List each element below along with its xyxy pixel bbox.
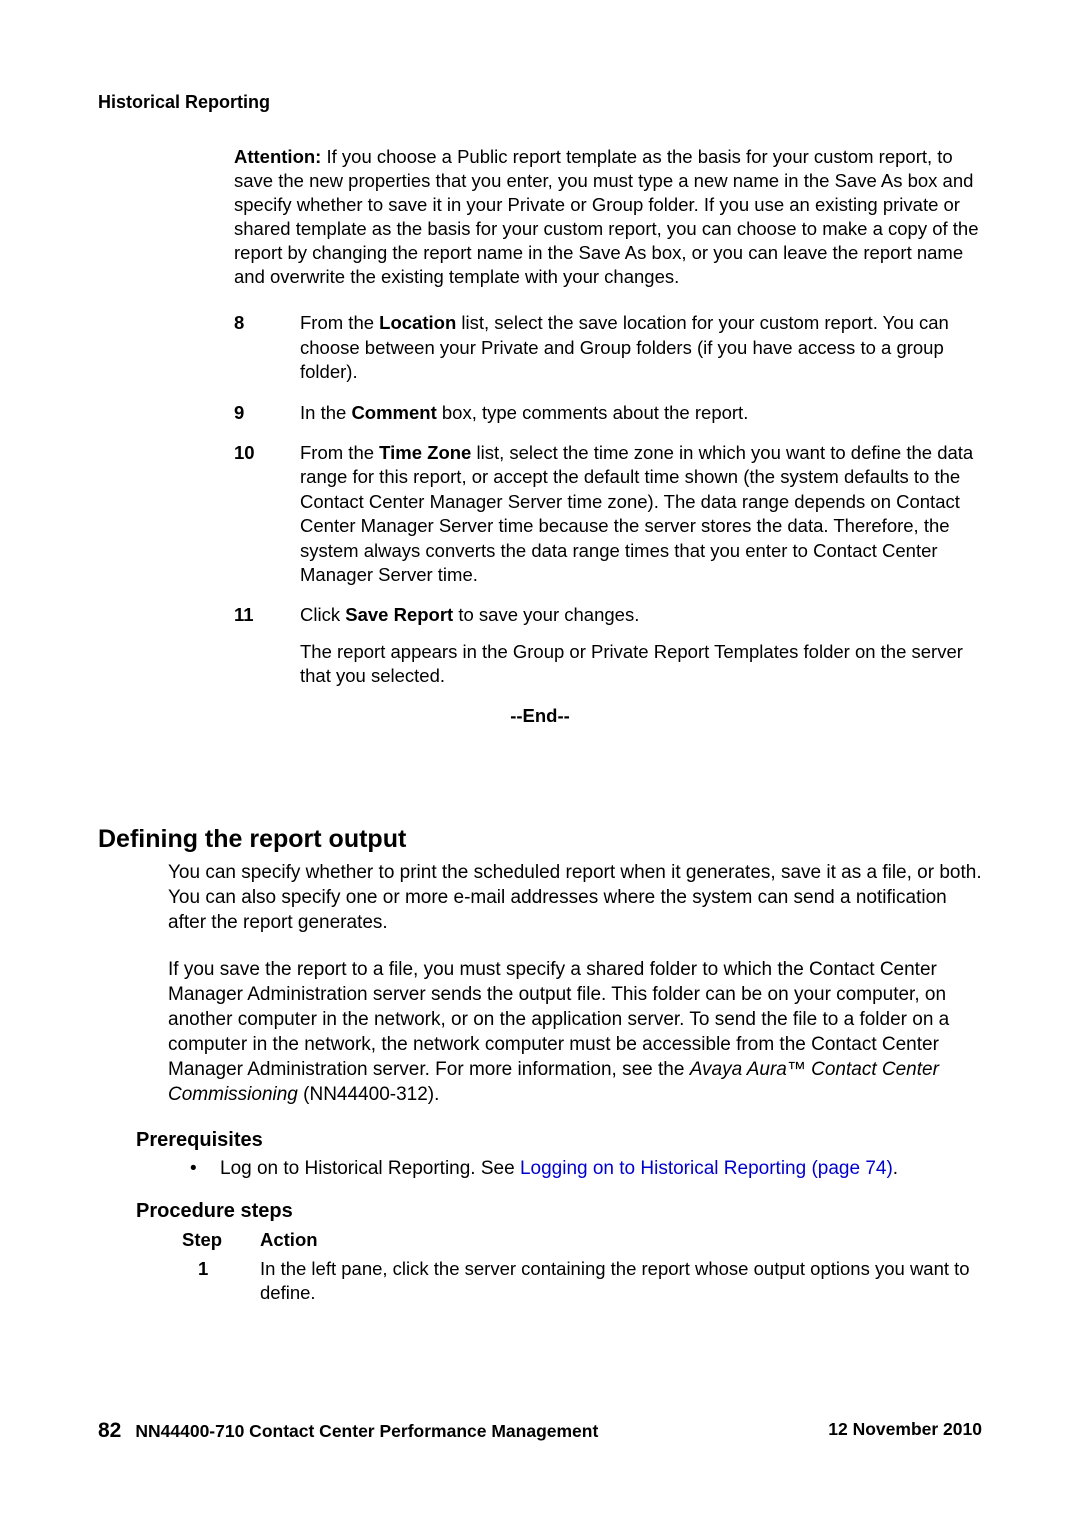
step-text: Click	[300, 604, 345, 625]
step-item: 10 From the Time Zone list, select the t…	[234, 441, 982, 587]
step-body: From the Time Zone list, select the time…	[300, 441, 982, 587]
column-header-step: Step	[182, 1229, 260, 1251]
procedure-table-header: Step Action	[182, 1229, 982, 1251]
bullet-item: • Log on to Historical Reporting. See Lo…	[190, 1156, 982, 1182]
prerequisites-heading: Prerequisites	[136, 1129, 982, 1152]
step-number: 9	[234, 401, 300, 425]
step-text: In the	[300, 402, 351, 423]
step-text: From the	[300, 442, 379, 463]
step-text: list, select the time zone in which you …	[300, 442, 973, 585]
attention-block: Attention: If you choose a Public report…	[234, 145, 982, 289]
link-text[interactable]: Logging on to Historical Reporting (page…	[520, 1158, 893, 1179]
step-text: box, type comments about the report.	[437, 402, 749, 423]
bullet-list: • Log on to Historical Reporting. See Lo…	[190, 1156, 982, 1182]
paragraph: If you save the report to a file, you mu…	[168, 957, 982, 1107]
step-item: 9 In the Comment box, type comments abou…	[234, 401, 982, 425]
step-item: 11 Click Save Report to save your change…	[234, 603, 982, 688]
section-heading: Defining the report output	[98, 825, 982, 854]
attention-label: Attention:	[234, 146, 321, 167]
paragraph-text: (NN44400-312).	[298, 1084, 440, 1105]
step-after-text: The report appears in the Group or Priva…	[300, 640, 982, 689]
bullet-text: Log on to Historical Reporting. See Logg…	[220, 1156, 898, 1182]
step-bold: Save Report	[345, 604, 453, 625]
step-text: to save your changes.	[453, 604, 639, 625]
footer-date: 12 November 2010	[828, 1419, 982, 1443]
document-page: Historical Reporting Attention: If you c…	[0, 0, 1080, 1527]
bullet-post: .	[893, 1158, 898, 1179]
page-content: Attention: If you choose a Public report…	[98, 145, 982, 1306]
running-header: Historical Reporting	[98, 92, 270, 113]
bullet-pre: Log on to Historical Reporting. See	[220, 1158, 520, 1179]
step-body: In the Comment box, type comments about …	[300, 401, 982, 425]
bullet-icon: •	[190, 1156, 220, 1182]
step-bold: Location	[379, 312, 456, 333]
end-marker: --End--	[98, 705, 982, 727]
section-body: You can specify whether to print the sch…	[168, 860, 982, 1108]
attention-text: If you choose a Public report template a…	[234, 146, 979, 287]
procedure-step-row: 1 In the left pane, click the server con…	[198, 1257, 982, 1306]
step-item: 8 From the Location list, select the sav…	[234, 311, 982, 384]
footer-doc-title: NN44400-710 Contact Center Performance M…	[135, 1421, 598, 1442]
step-body: From the Location list, select the save …	[300, 311, 982, 384]
page-number: 82	[98, 1419, 121, 1443]
step-number: 11	[234, 603, 300, 688]
procedure-step-text: In the left pane, click the server conta…	[260, 1257, 982, 1306]
paragraph: You can specify whether to print the sch…	[168, 860, 982, 935]
step-text: From the	[300, 312, 379, 333]
step-number: 10	[234, 441, 300, 587]
step-list: 8 From the Location list, select the sav…	[234, 311, 982, 688]
procedure-step-number: 1	[198, 1257, 260, 1306]
step-bold: Time Zone	[379, 442, 471, 463]
procedure-heading: Procedure steps	[136, 1200, 982, 1223]
step-number: 8	[234, 311, 300, 384]
footer-left: 82 NN44400-710 Contact Center Performanc…	[98, 1419, 598, 1443]
step-body: Click Save Report to save your changes. …	[300, 603, 982, 688]
step-bold: Comment	[351, 402, 436, 423]
column-header-action: Action	[260, 1229, 318, 1251]
page-footer: 82 NN44400-710 Contact Center Performanc…	[98, 1419, 982, 1443]
